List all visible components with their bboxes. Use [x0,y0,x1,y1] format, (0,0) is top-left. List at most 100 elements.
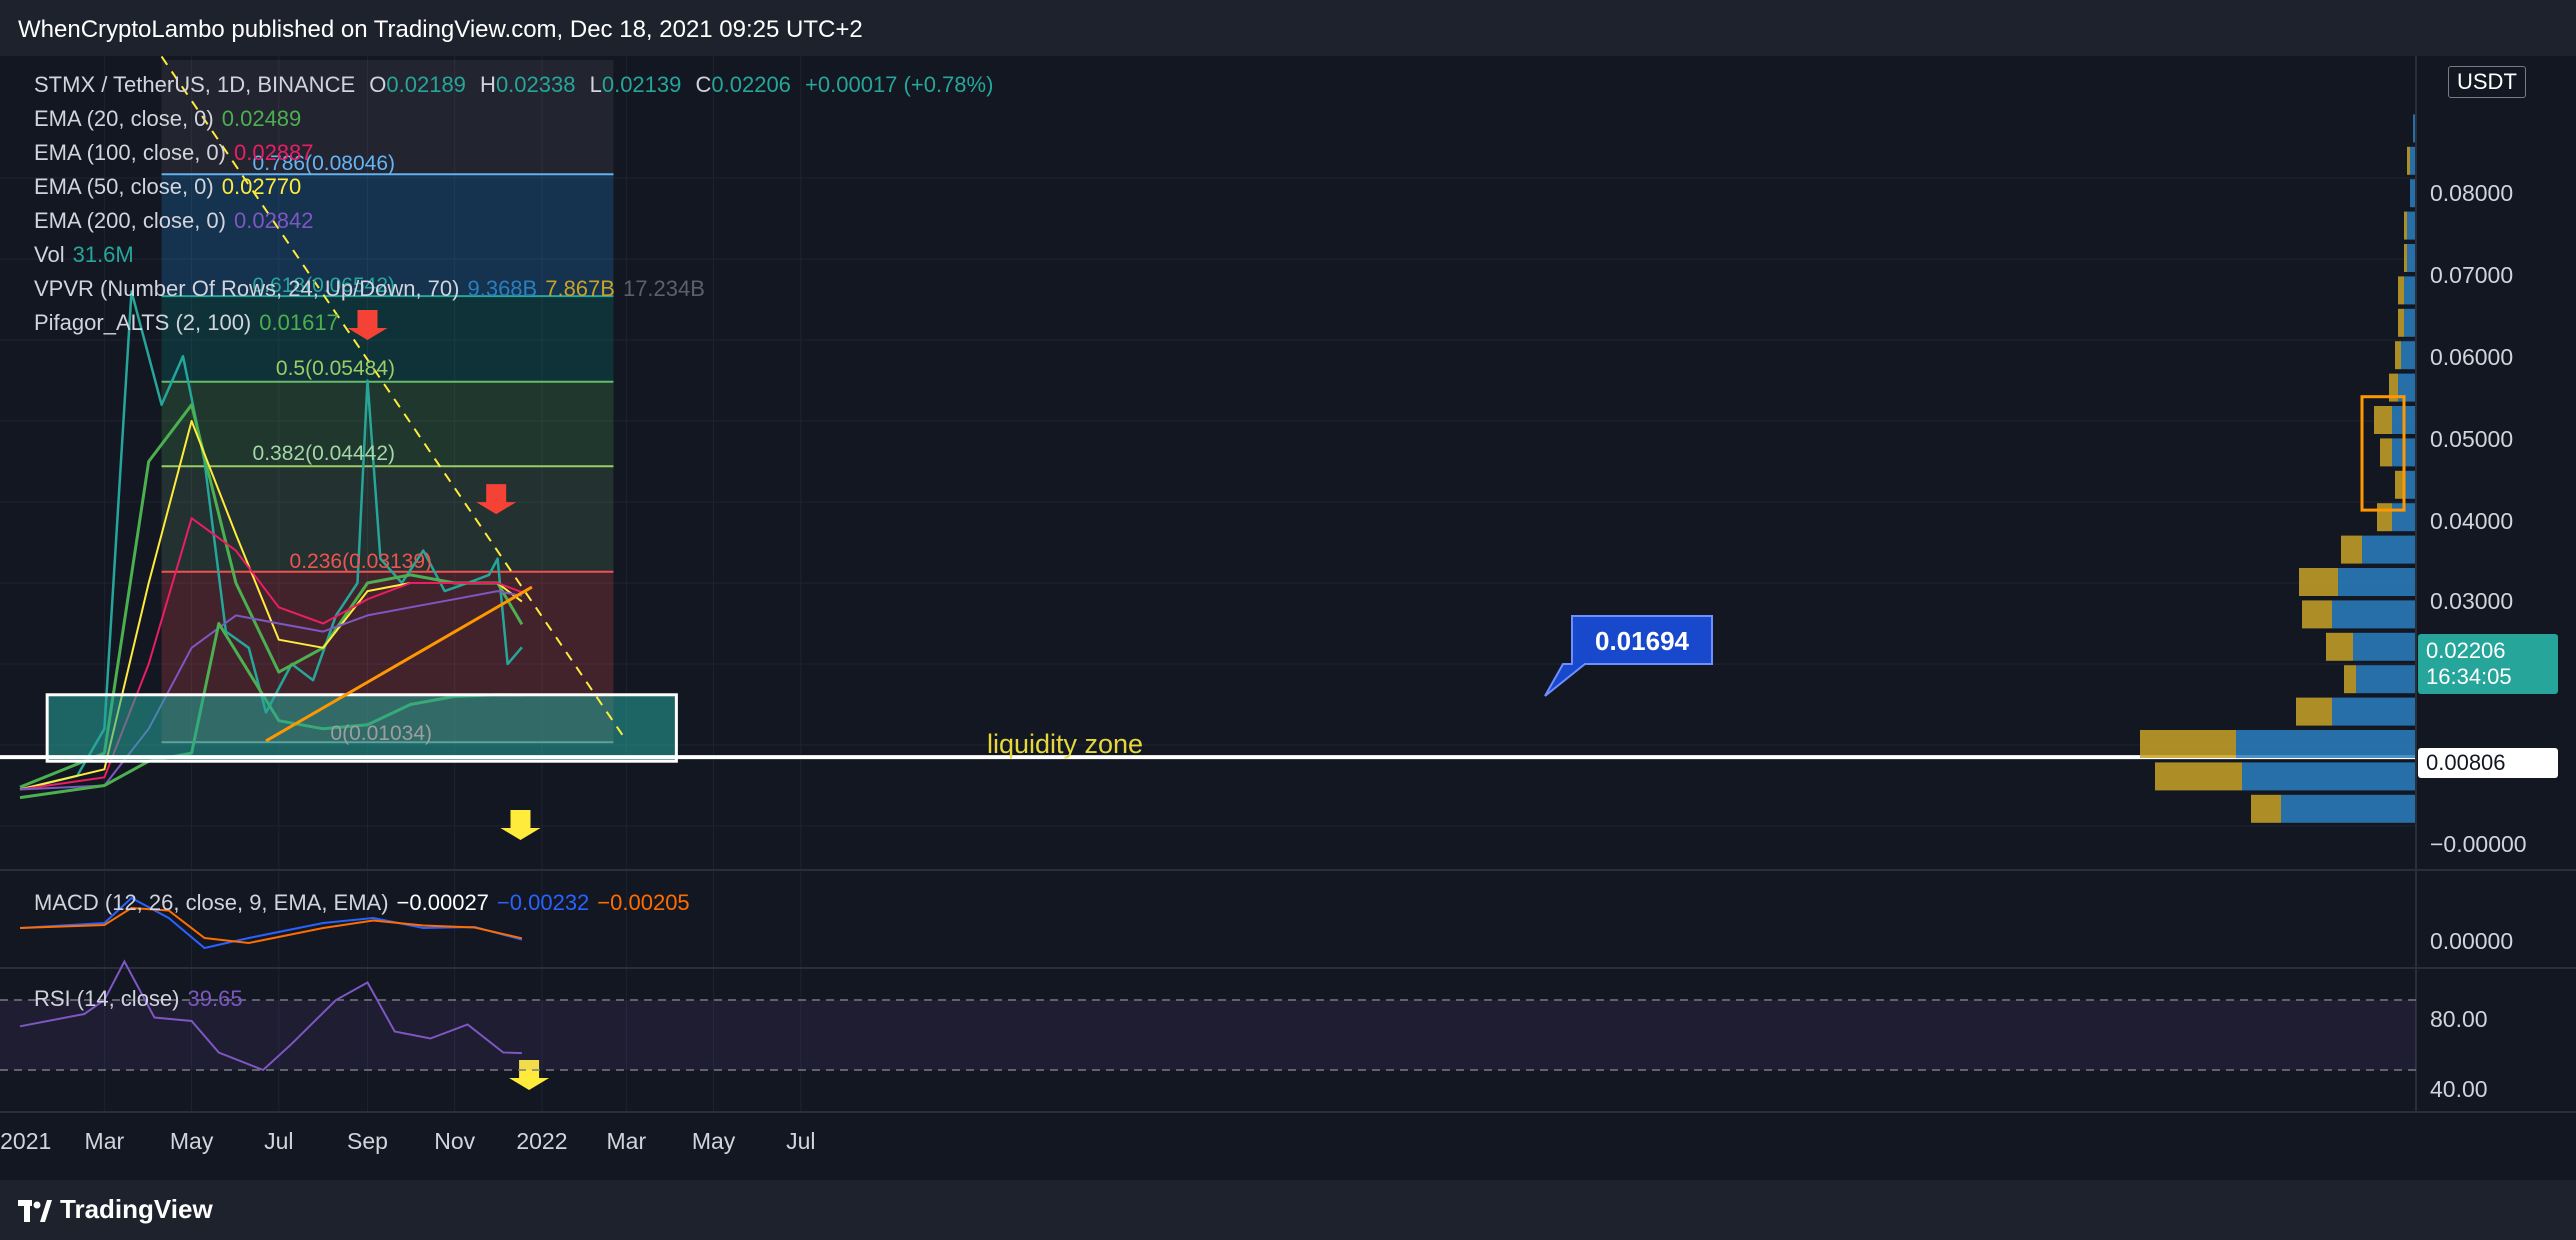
liquidity-zone-label: liquidity zone [987,729,1143,759]
vp-down-bar-1 [2155,762,2242,791]
legend-vpvr-row[interactable]: VPVR (Number Of Rows, 24, Up/Down, 70) 9.… [34,276,713,302]
vp-up-bar-0 [2281,794,2416,823]
time-tick-label: Nov [434,1128,476,1154]
vp-down-bar-20 [2407,146,2410,175]
fib-label-0: 0(0.01034) [330,722,432,745]
legend-symbol-row[interactable]: STMX / TetherUS, 1D, BINANCE O0.02189 H0… [34,72,1001,98]
vp-up-bar-14 [2401,341,2416,370]
legend-symbol: STMX / TetherUS, 1D, BINANCE [34,72,356,97]
legend-ema200-label: EMA (200, close, 0) [34,208,226,233]
callout-text: 0.01694 [1595,626,1690,656]
legend-vpvr-down: 7.867B [545,276,615,301]
legend-rsi-value: 39.65 [187,986,243,1011]
price-tick-label: 0.07000 [2430,262,2514,288]
vp-up-bar-17 [2407,244,2416,272]
vp-down-bar-0 [2251,794,2281,823]
legend-vpvr-label: VPVR (Number Of Rows, 24, Up/Down, 70) [34,276,460,301]
legend-vol-row[interactable]: Vol 31.6M [34,242,142,268]
price-tick-label: 0.06000 [2430,344,2514,370]
legend-vpvr-up: 9.368B [467,276,538,301]
fib-label-0236: 0.236(0.03139) [290,550,432,573]
price-tick-label: 0.04000 [2430,508,2514,534]
vp-down-bar-9 [2377,503,2392,532]
legend-c-label: C [695,72,712,97]
vp-up-bar-18 [2407,211,2416,240]
vp-down-bar-17 [2404,244,2407,272]
vp-down-bar-7 [2299,568,2338,596]
vp-up-bar-8 [2362,535,2416,564]
legend-ema50-row[interactable]: EMA (50, close, 0) 0.02770 [34,174,309,200]
legend-l-label: L [589,72,602,97]
vp-up-bar-1 [2242,762,2416,791]
legend-macd-hist: −0.00027 [396,890,489,915]
legend-open: 0.02189 [386,72,466,97]
vp-down-bar-18 [2404,211,2407,240]
legend-high: 0.02338 [495,72,576,97]
vp-down-bar-12 [2374,406,2392,434]
time-tick-label: Jul [786,1128,816,1154]
tradingview-logo[interactable]: TradingView [18,1194,213,1225]
legend-ema20-row[interactable]: EMA (20, close, 0) 0.02489 [34,106,309,132]
chart-canvas[interactable]: 0.01694 liquidity zone 0.786(0.08046) 0.… [0,56,2576,1180]
legend-change: +0.00017 (+0.78%) [805,72,994,97]
legend-ema200-row[interactable]: EMA (200, close, 0) 0.02842 [34,208,322,234]
vp-down-bar-3 [2296,697,2332,726]
vp-up-bar-3 [2332,697,2416,726]
brand-name: TradingView [60,1194,213,1224]
legend-ema100-row[interactable]: EMA (100, close, 0) 0.02887 [34,140,322,166]
time-tick-label: May [169,1128,214,1154]
time-tick-label: Mar [606,1128,647,1154]
legend-ema20-value: 0.02489 [221,106,302,131]
rsi-axis-tick-label: 80.00 [2430,1006,2488,1032]
price-tick-label: 0.08000 [2430,180,2514,206]
legend-ema100-value: 0.02887 [233,140,314,165]
legend-h-label: H [480,72,496,97]
legend-ema50-label: EMA (50, close, 0) [34,174,214,199]
legend-macd-value: −0.00232 [496,890,590,915]
time-tick-label: 2022 [516,1128,568,1154]
legend-pifagor-row[interactable]: Pifagor_ALTS (2, 100) 0.01617 [34,310,347,336]
vp-up-bar-6 [2332,600,2416,629]
publish-info: WhenCryptoLambo published on TradingView… [18,16,863,43]
legend-vpvr-total: 17.234B [622,276,705,301]
rsi-band-fill [0,1000,2416,1070]
price-tick-label: 0.03000 [2430,588,2514,614]
legend-macd-row[interactable]: MACD (12, 26, close, 9, EMA, EMA) −0.0002… [34,890,698,916]
legend-vol-value: 31.6M [72,242,134,267]
price-tick-label: 0.05000 [2430,426,2514,452]
time-tick-label: Jul [264,1128,294,1154]
time-tick-label: 2021 [0,1128,52,1154]
time-tick-label: Sep [347,1128,388,1154]
time-tick-label: May [691,1128,736,1154]
legend-rsi-label: RSI (14, close) [34,986,180,1011]
legend-ema20-label: EMA (20, close, 0) [34,106,214,131]
vp-down-bar-16 [2398,276,2404,305]
currency-button[interactable]: USDT [2448,66,2526,98]
vp-down-bar-15 [2398,308,2404,337]
legend-ema200-value: 0.02842 [233,208,314,233]
vp-down-bar-2 [2140,730,2236,758]
legend-pifagor-label: Pifagor_ALTS (2, 100) [34,310,252,335]
current-price-badge: 0.02206 16:34:05 [2418,634,2558,694]
legend-pifagor-value: 0.01617 [259,310,339,335]
legend-vol-label: Vol [34,242,65,267]
legend-rsi-row[interactable]: RSI (14, close) 39.65 [34,986,251,1012]
vp-down-bar-8 [2341,535,2362,564]
legend-macd-label: MACD (12, 26, close, 9, EMA, EMA) [34,890,389,915]
rsi-axis-tick-label: 40.00 [2430,1076,2488,1102]
legend-ema50-value: 0.02770 [221,174,302,199]
vp-up-bar-4 [2356,665,2416,694]
legend-macd-signal: −0.00205 [597,890,690,915]
legend-ema100-label: EMA (100, close, 0) [34,140,226,165]
vp-up-bar-2 [2236,730,2416,758]
vp-up-bar-15 [2404,308,2416,337]
bar-countdown: 16:34:05 [2426,664,2512,689]
vp-down-bar-6 [2302,600,2332,629]
vp-down-bar-14 [2395,341,2401,370]
vp-down-bar-4 [2344,665,2356,694]
macd-axis-tick-label: 0.00000 [2430,928,2514,954]
vp-up-bar-5 [2353,632,2416,661]
vp-up-bar-16 [2404,276,2416,305]
vp-down-bar-11 [2380,438,2392,467]
vp-up-bar-10 [2404,470,2416,499]
